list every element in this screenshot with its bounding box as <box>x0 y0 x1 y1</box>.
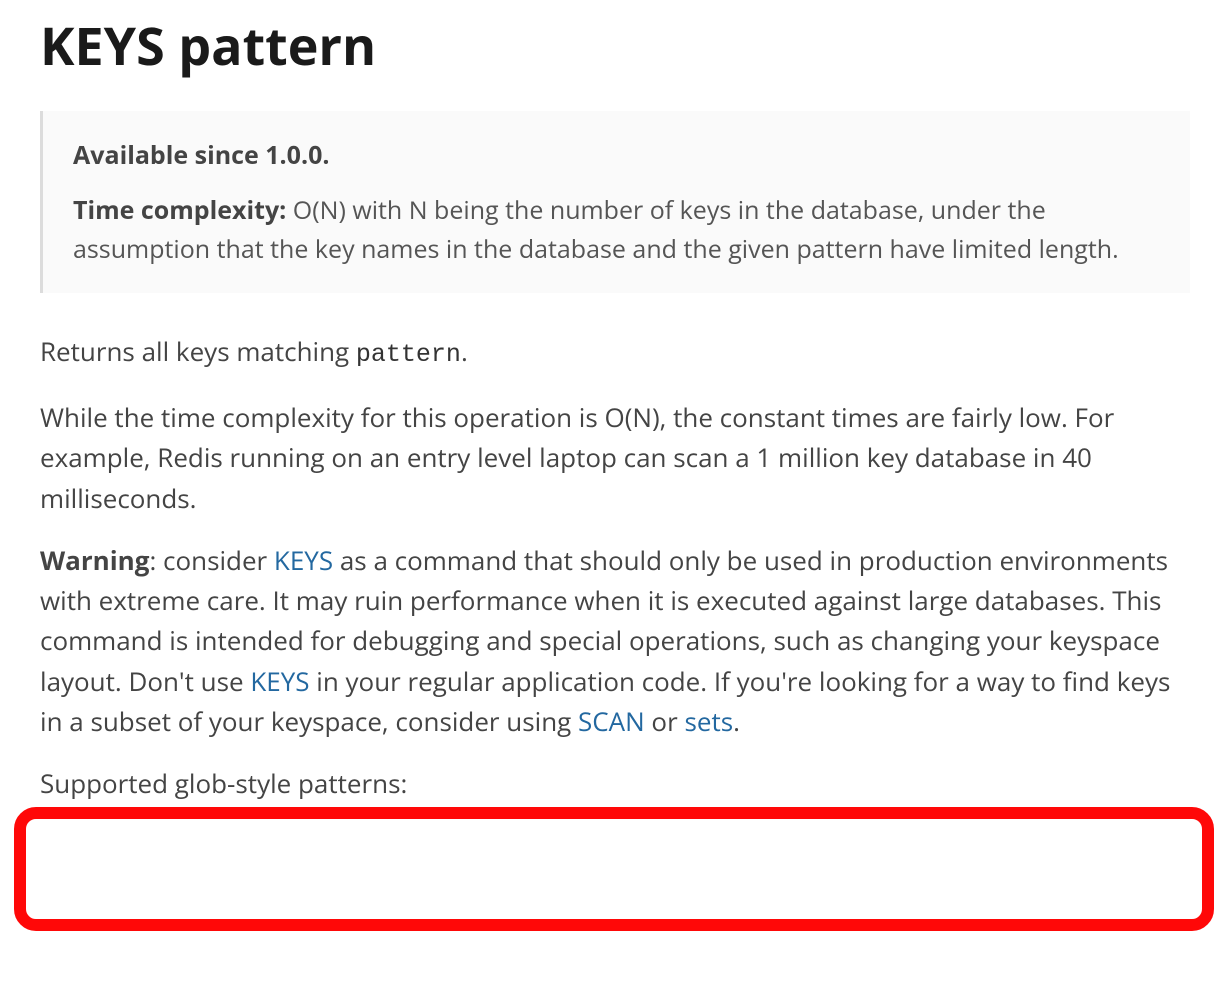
document-page: KEYS pattern Available since 1.0.0. Time… <box>0 0 1230 836</box>
pattern-code: pattern <box>356 340 461 369</box>
returns-suffix: . <box>461 333 468 369</box>
warning-paragraph: Warning: consider KEYS as a command that… <box>40 540 1190 741</box>
while-paragraph: While the time complexity for this opera… <box>40 397 1190 518</box>
time-complexity-line: Time complexity: O(N) with N being the n… <box>73 191 1160 269</box>
warning-pre: : consider <box>149 542 273 578</box>
info-box: Available since 1.0.0. Time complexity: … <box>40 111 1190 293</box>
time-complexity-label: Time complexity: <box>73 193 286 227</box>
returns-prefix: Returns all keys matching <box>40 333 356 369</box>
highlight-annotation <box>14 807 1214 931</box>
warning-label: Warning <box>40 542 149 578</box>
warning-mid3: or <box>645 703 685 739</box>
sets-link[interactable]: sets <box>684 703 733 739</box>
keys-link-1[interactable]: KEYS <box>274 542 333 578</box>
page-title: KEYS pattern <box>40 10 1190 81</box>
warning-end: . <box>733 703 740 739</box>
returns-paragraph: Returns all keys matching pattern. <box>40 331 1190 375</box>
available-since: Available since 1.0.0. <box>73 138 330 172</box>
supported-patterns-heading: Supported glob-style patterns: <box>40 763 1190 803</box>
scan-link[interactable]: SCAN <box>578 703 645 739</box>
keys-link-2[interactable]: KEYS <box>250 663 309 699</box>
